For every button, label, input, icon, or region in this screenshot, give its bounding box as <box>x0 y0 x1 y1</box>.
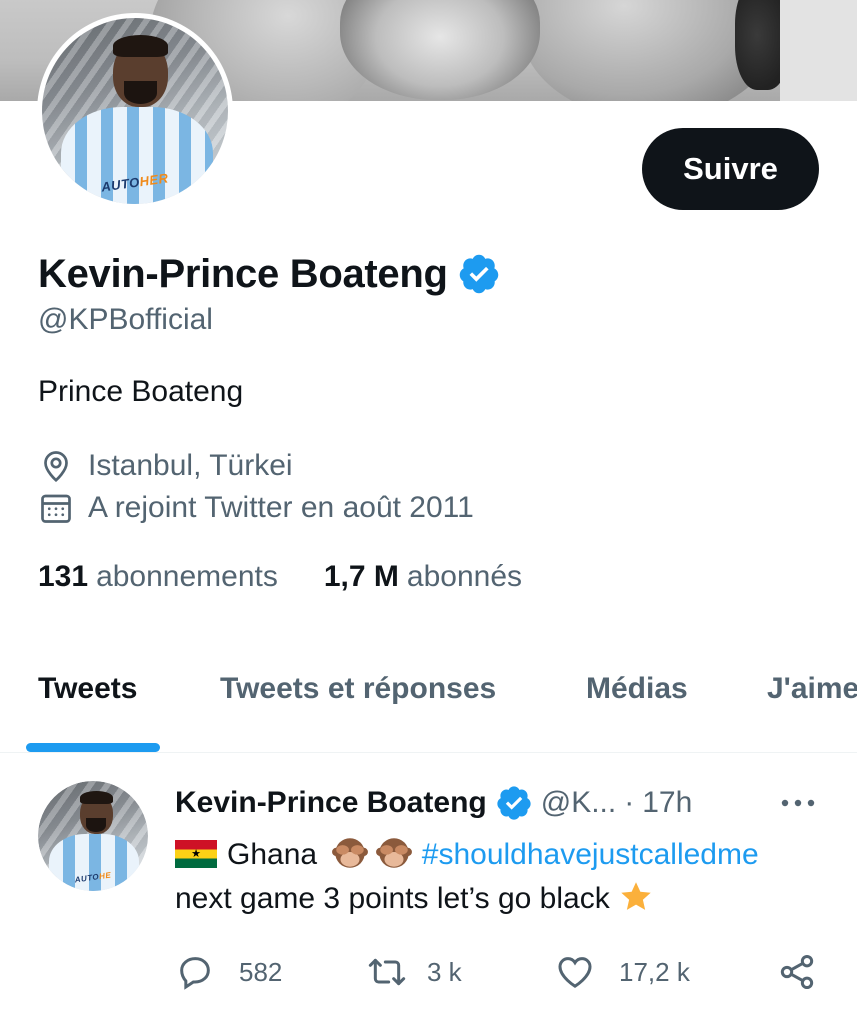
reply-icon <box>180 957 210 990</box>
retweet-button[interactable]: 3 k <box>367 950 462 994</box>
retweet-count: 3 k <box>427 956 462 987</box>
profile-stats: 131 abonnements 1,7 M abonnés <box>38 557 522 597</box>
tweet-author-avatar[interactable]: AUTO HE <box>38 781 148 891</box>
followers-count: 1,7 M <box>323 560 399 593</box>
followers-label: abonnés <box>406 560 523 593</box>
profile-bio: Prince Boateng <box>38 375 244 408</box>
reply-button[interactable]: 582 <box>175 950 282 994</box>
followers-link[interactable]: 1,7 M abonnés <box>324 560 522 594</box>
location-pin-icon <box>44 451 68 483</box>
tweet-author-handle[interactable]: @K... <box>541 786 616 820</box>
tweet-header: Kevin-Prince Boateng @K... · 17h <box>175 781 692 825</box>
ghana-flag-icon: ★ <box>175 840 217 868</box>
tab-tweets-and-replies[interactable]: Tweets et réponses <box>220 672 496 706</box>
retweet-icon <box>368 958 406 986</box>
tweet-text: ★ Ghana #shouldhavejustcalledme next game… <box>175 833 835 921</box>
tab-tweets[interactable]: Tweets <box>38 672 137 706</box>
profile-page: AUTO HER Suivre Kevin-Prince Boateng @KPB… <box>0 0 857 1024</box>
tweet-hashtag-link[interactable]: #shouldhavejustcalledme <box>422 838 759 871</box>
avatar-photo: AUTO HER <box>42 18 228 204</box>
tab-media[interactable]: Médias <box>586 672 688 706</box>
tweet-text-line2: next game 3 points let’s go black <box>175 882 610 915</box>
tweet-timestamp[interactable]: 17h <box>642 786 692 820</box>
profile-handle: @KPBofficial <box>38 303 213 336</box>
profile-tabs: Tweets Tweets et réponses Médias J'aime <box>0 650 857 753</box>
following-label: abonnements <box>96 560 278 593</box>
reply-count: 582 <box>239 956 283 987</box>
active-tab-indicator <box>26 743 160 752</box>
tab-likes[interactable]: J'aime <box>767 672 857 706</box>
follow-button[interactable]: Suivre <box>642 128 819 210</box>
verified-badge-icon[interactable] <box>457 252 501 296</box>
location-text: Istanbul, Türkei <box>88 449 293 482</box>
like-count: 17,2 k <box>619 956 690 987</box>
calendar-icon <box>41 494 71 523</box>
tweet-text-country: Ghana <box>227 838 318 871</box>
star-icon <box>621 882 651 910</box>
following-count: 131 <box>38 560 89 593</box>
tweet[interactable]: AUTO HE Kevin-Prince Boateng @K... · 17h … <box>0 753 857 1024</box>
like-button[interactable]: 17,2 k <box>555 950 690 994</box>
following-link[interactable]: 131 abonnements <box>38 560 278 594</box>
see-no-evil-monkey-icon <box>376 838 413 868</box>
more-options-icon[interactable] <box>776 789 820 817</box>
profile-avatar[interactable]: AUTO HER <box>37 13 233 209</box>
see-no-evil-monkey-icon <box>332 838 369 868</box>
tweet-actions: 582 3 k 17,2 k <box>175 950 825 994</box>
heart-icon <box>558 957 592 988</box>
profile-name-row: Kevin-Prince Boateng <box>38 248 501 300</box>
joined-text: A rejoint Twitter en août 2011 <box>88 491 474 524</box>
profile-joined-date: A rejoint Twitter en août 2011 <box>38 488 474 528</box>
share-icon <box>780 955 814 989</box>
profile-display-name: Kevin-Prince Boateng <box>38 251 448 296</box>
share-button[interactable] <box>777 950 817 994</box>
verified-badge-icon <box>497 786 531 820</box>
tweet-author-name[interactable]: Kevin-Prince Boateng <box>175 786 487 820</box>
separator-dot: · <box>624 786 635 819</box>
profile-location: Istanbul, Türkei <box>38 446 293 486</box>
